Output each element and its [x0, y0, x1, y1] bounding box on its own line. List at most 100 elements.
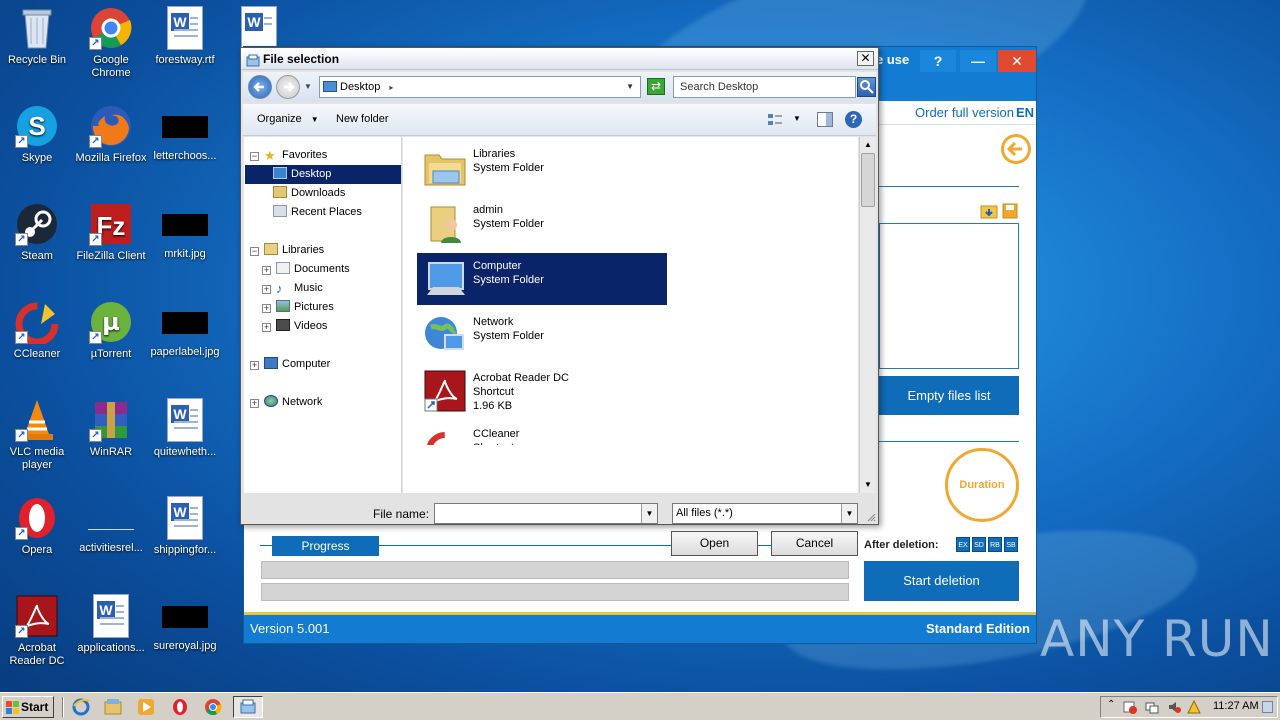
tree-favorites[interactable]: ★ Favorites: [264, 146, 400, 165]
search-input[interactable]: Search Desktop: [673, 76, 856, 98]
show-hidden-icons-button[interactable]: ⌃: [1107, 699, 1115, 710]
help-button[interactable]: ?: [920, 50, 956, 72]
view-options-icon[interactable]: [767, 113, 783, 127]
clock[interactable]: 11:27 AM: [1213, 700, 1259, 712]
media-player-icon[interactable]: [137, 698, 155, 716]
tree-videos[interactable]: Videos: [276, 317, 327, 336]
order-full-version-link[interactable]: Order full version: [915, 105, 1014, 120]
close-button[interactable]: ✕: [998, 50, 1036, 72]
tree-libraries[interactable]: Libraries: [264, 241, 324, 260]
address-dropdown-icon[interactable]: ▼: [626, 77, 634, 97]
search-icon[interactable]: [857, 77, 876, 97]
tree-pictures[interactable]: Pictures: [276, 298, 334, 317]
back-arrow-icon[interactable]: [1001, 134, 1031, 164]
desktop-icon-firefox[interactable]: ↗ Mozilla Firefox: [74, 98, 148, 190]
resize-grip-icon[interactable]: [866, 512, 876, 522]
desktop-icon-activities[interactable]: activitiesrel...: [74, 490, 148, 582]
cancel-button[interactable]: Cancel: [771, 531, 858, 556]
desktop-icon-utorrent[interactable]: µ ↗ µTorrent: [74, 294, 148, 386]
chrome-icon[interactable]: [204, 698, 222, 716]
tree-music[interactable]: ♪ Music: [276, 279, 323, 298]
forward-button[interactable]: [276, 75, 300, 99]
option-sb[interactable]: SB: [1004, 537, 1018, 552]
active-task-button[interactable]: [233, 696, 263, 718]
expand-computer-icon[interactable]: +: [250, 361, 259, 370]
option-rb[interactable]: RB: [988, 537, 1002, 552]
start-deletion-button[interactable]: Start deletion: [864, 561, 1019, 601]
desktop-icon-ccleaner[interactable]: ↗ CCleaner: [0, 294, 74, 386]
back-button[interactable]: [248, 75, 272, 99]
file-name-input[interactable]: ▼: [434, 503, 658, 524]
file-item-admin[interactable]: admin System Folder: [417, 197, 667, 249]
security-alert-icon[interactable]: [1123, 700, 1137, 714]
desktop-icon-vlc[interactable]: ↗ VLC media player: [0, 392, 74, 484]
empty-files-list-button[interactable]: Empty files list: [879, 376, 1019, 415]
desktop-icon-winrar[interactable]: ↗ WinRAR: [74, 392, 148, 484]
minimize-button[interactable]: —: [960, 50, 996, 72]
option-ex[interactable]: EX: [956, 537, 970, 552]
desktop-icon-skype[interactable]: S ↗ Skype: [0, 98, 74, 190]
load-list-icon[interactable]: [980, 203, 998, 219]
recent-locations-dropdown[interactable]: ▼: [304, 82, 312, 91]
chevron-down-icon[interactable]: ▼: [841, 504, 857, 523]
preview-pane-icon[interactable]: [817, 112, 833, 127]
show-desktop-button[interactable]: [1262, 701, 1273, 713]
expand-network-icon[interactable]: +: [250, 399, 259, 408]
collapse-libraries-icon[interactable]: −: [250, 247, 259, 256]
desktop-icon-letterchoos[interactable]: letterchoos...: [148, 98, 222, 190]
refresh-icon[interactable]: ⇄: [647, 78, 665, 95]
network-status-icon[interactable]: [1145, 700, 1159, 714]
desktop-icon-acrobat[interactable]: ↗ Acrobat Reader DC: [0, 588, 74, 680]
desktop-icon-applications[interactable]: W applications...: [74, 588, 148, 680]
language-selector[interactable]: EN: [1016, 105, 1034, 120]
file-type-select[interactable]: All files (*.*) ▼: [672, 503, 858, 524]
file-item-ccleaner[interactable]: CCleaner Shortcut: [417, 421, 667, 445]
desktop-icon-opera[interactable]: ↗ Opera: [0, 490, 74, 582]
desktop-icon-chrome[interactable]: ↗ Google Chrome: [74, 0, 148, 92]
option-sd[interactable]: SD: [972, 537, 986, 552]
scroll-thumb[interactable]: [861, 153, 875, 207]
tree-downloads[interactable]: Downloads: [273, 184, 345, 203]
address-field[interactable]: Desktop ▸ ▼: [319, 76, 641, 98]
tree-desktop[interactable]: Desktop: [245, 165, 401, 184]
desktop-icon-shippingfor[interactable]: W shippingfor...: [148, 490, 222, 582]
dialog-close-button[interactable]: ✕: [857, 51, 874, 66]
start-button[interactable]: Start: [2, 696, 54, 718]
expand-videos-icon[interactable]: +: [262, 323, 271, 332]
file-item-network[interactable]: Network System Folder: [417, 309, 667, 361]
file-list-scrollbar[interactable]: ▲ ▼: [859, 137, 876, 493]
tree-network[interactable]: Network: [264, 393, 322, 412]
opera-icon[interactable]: [171, 698, 189, 716]
file-item-acrobat[interactable]: Acrobat Reader DC Shortcut 1.96 KB: [417, 365, 667, 417]
internet-explorer-icon[interactable]: [72, 698, 90, 716]
tree-computer[interactable]: Computer: [264, 355, 330, 374]
desktop-icon-recycle-bin[interactable]: Recycle Bin: [0, 0, 74, 92]
expand-music-icon[interactable]: +: [262, 285, 271, 294]
file-item-computer[interactable]: Computer System Folder: [417, 253, 667, 305]
file-item-libraries[interactable]: Libraries System Folder: [417, 141, 667, 193]
tree-documents[interactable]: Documents: [276, 260, 350, 279]
scroll-up-icon[interactable]: ▲: [861, 138, 875, 152]
desktop-icon-quitewheth[interactable]: W quitewheth...: [148, 392, 222, 484]
files-list-box[interactable]: [879, 223, 1019, 369]
address-chevron-icon[interactable]: ▸: [389, 83, 393, 92]
scroll-down-icon[interactable]: ▼: [861, 478, 875, 492]
desktop-icon-forestway[interactable]: W forestway.rtf: [148, 0, 222, 92]
save-list-icon[interactable]: [1002, 203, 1018, 219]
organize-menu[interactable]: Organize ▼: [257, 113, 319, 125]
new-folder-button[interactable]: New folder: [336, 113, 389, 125]
expand-pictures-icon[interactable]: +: [262, 304, 271, 313]
collapse-favorites-icon[interactable]: −: [250, 152, 259, 161]
file-explorer-icon[interactable]: [104, 698, 122, 716]
chevron-down-icon[interactable]: ▼: [641, 504, 657, 523]
view-dropdown-icon[interactable]: ▼: [793, 114, 801, 123]
volume-muted-icon[interactable]: [1167, 700, 1181, 714]
desktop-icon-sureroyal[interactable]: sureroyal.jpg: [148, 588, 222, 680]
help-icon[interactable]: ?: [845, 111, 862, 128]
tree-recent-places[interactable]: Recent Places: [273, 203, 362, 222]
desktop-icon-filezilla[interactable]: Fz ↗ FileZilla Client: [74, 196, 148, 288]
expand-documents-icon[interactable]: +: [262, 266, 271, 275]
desktop-icon-steam[interactable]: ↗ Steam: [0, 196, 74, 288]
desktop-icon-mrkit[interactable]: mrkit.jpg: [148, 196, 222, 288]
desktop-icon-paperlabel[interactable]: paperlabel.jpg: [148, 294, 222, 386]
